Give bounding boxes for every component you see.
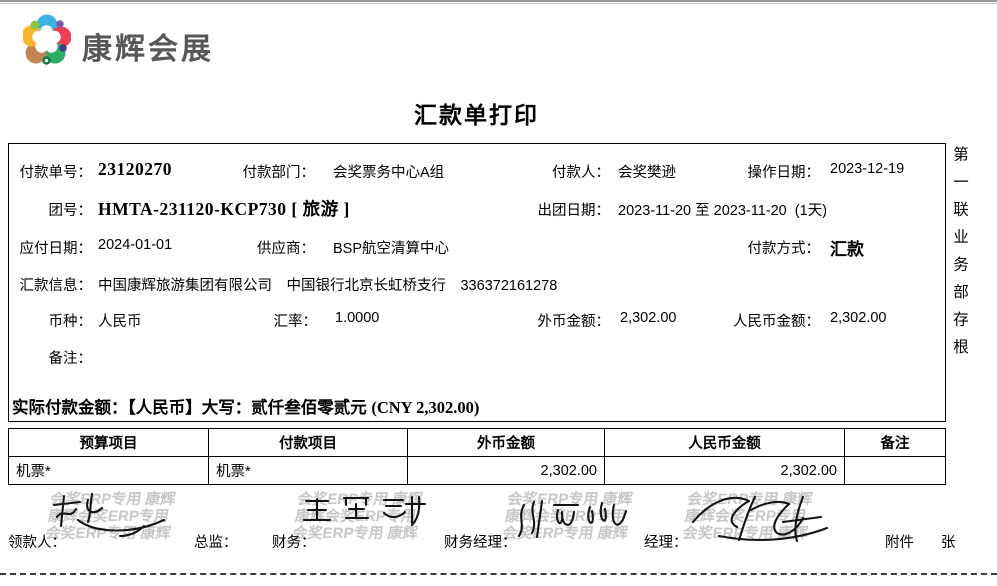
signature-payee [48, 490, 183, 540]
rate-value: 1.0000 [335, 310, 379, 326]
brand-name: 康辉会展 [82, 24, 214, 68]
window-top-edge [0, 0, 997, 4]
payer-label: 付款人： [480, 161, 610, 182]
actual-amount-line: 实际付款金额：【人民币】大写：贰仟叁佰零贰元 (CNY 2,302.00) [12, 394, 479, 418]
signature-finance [300, 492, 430, 530]
items-table: 预算项目 付款项目 外币金额 人民币金额 备注 机票* 机票* 2,302.00… [8, 428, 946, 485]
attachment-unit: 张 [941, 531, 956, 552]
currency-label: 币种： [8, 310, 92, 331]
payer-value: 会奖樊逊 [618, 161, 676, 182]
pay-method-value: 汇款 [830, 235, 864, 260]
copy-stub-label: 第一联业务部存根 [948, 146, 970, 416]
payee-sign-label: 领款人： [8, 531, 66, 552]
group-no-label: 团号： [8, 199, 92, 220]
finance-sign-label: 财务： [272, 531, 316, 552]
pay-dept-value: 会奖票务中心A组 [333, 161, 444, 182]
cny-amount-value: 2,302.00 [830, 310, 886, 326]
tour-date-label: 出团日期： [480, 199, 610, 220]
remark-label: 备注： [8, 347, 92, 368]
col-budget-item: 预算项目 [9, 429, 209, 457]
tour-date-value: 2023-11-20 至 2023-11-20 (1天) [618, 199, 827, 220]
op-date-value: 2023-12-19 [830, 161, 904, 177]
pay-method-label: 付款方式： [690, 237, 820, 258]
group-no-value: HMTA-231120-KCP730 [ 旅游 ] [98, 196, 350, 221]
page-title: 汇款单打印 [0, 96, 953, 130]
payment-no-value: 23120270 [98, 159, 172, 180]
col-foreign-amount: 外币金额 [408, 429, 605, 457]
rate-label: 汇率： [200, 310, 317, 331]
op-date-label: 操作日期： [690, 161, 820, 182]
col-cny-amount: 人民币金额 [605, 429, 845, 457]
col-payment-item: 付款项目 [209, 429, 408, 457]
cell-foreign-amount: 2,302.00 [408, 457, 605, 485]
cny-amount-label: 人民币金额： [690, 310, 820, 331]
foreign-amount-value: 2,302.00 [620, 310, 676, 326]
currency-value: 人民币 [98, 310, 142, 331]
due-date-value: 2024-01-01 [98, 237, 172, 253]
cell-budget-item: 机票* [9, 457, 209, 485]
supplier-value: BSP航空清算中心 [333, 237, 449, 258]
kanghui-flower-logo [23, 12, 71, 66]
director-sign-label: 总监： [194, 531, 238, 552]
attachment-label: 附件 [885, 531, 914, 552]
table-row: 机票* 机票* 2,302.00 2,302.00 [9, 457, 946, 485]
actual-amount-words: 【人民币】大写：贰仟叁佰零贰元 [128, 399, 372, 417]
items-table-header-row: 预算项目 付款项目 外币金额 人民币金额 备注 [9, 429, 946, 457]
payment-no-label: 付款单号： [8, 161, 92, 182]
remittance-print-page: 康辉会展 汇款单打印 付款单号： 23120270 付款部门： 会奖票务中心A组… [0, 0, 997, 586]
remit-info-value: 中国康辉旅游集团有限公司 中国银行北京长虹桥支行 336372161278 [98, 274, 557, 295]
signature-finance-manager [512, 497, 647, 542]
due-date-label: 应付日期： [8, 237, 92, 258]
cut-dashed-line [0, 573, 997, 575]
foreign-amount-label: 外币金额： [480, 310, 610, 331]
finance-mgr-sign-label: 财务经理： [444, 531, 517, 552]
actual-amount-label: 实际付款金额： [12, 399, 128, 417]
supplier-label: 供应商： [200, 237, 315, 258]
cell-payment-item: 机票* [209, 457, 408, 485]
signature-manager [685, 488, 835, 546]
remit-info-label: 汇款信息： [8, 274, 92, 295]
pay-dept-label: 付款部门： [200, 161, 315, 182]
col-remark: 备注 [845, 429, 946, 457]
cell-remark [845, 457, 946, 485]
manager-sign-label: 经理： [644, 531, 688, 552]
cell-cny-amount: 2,302.00 [605, 457, 845, 485]
actual-amount-cny: (CNY 2,302.00) [371, 398, 479, 417]
